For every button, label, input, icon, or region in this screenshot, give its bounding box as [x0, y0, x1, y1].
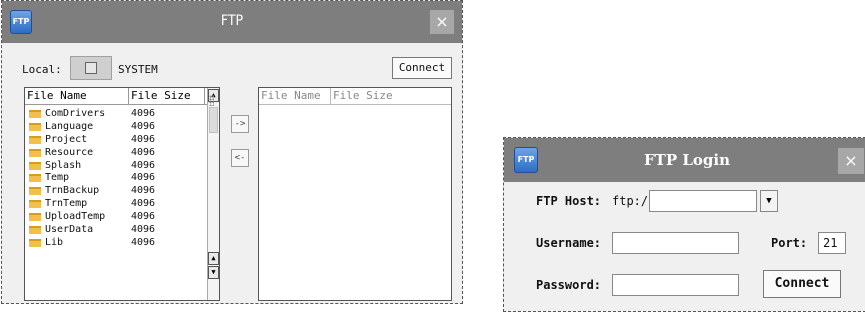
column-header-file-size[interactable]: File Size	[129, 88, 205, 104]
file-size: 4096	[131, 146, 156, 158]
folder-icon	[29, 161, 41, 170]
list-item[interactable]: Temp 4096	[25, 171, 219, 184]
page-up-button[interactable]: ▲	[208, 252, 219, 265]
file-size: 4096	[131, 159, 156, 171]
local-list-scrollbar[interactable]: ▲ ▲ ▼	[207, 88, 219, 300]
folder-icon	[29, 200, 41, 209]
file-name: UserData	[45, 224, 94, 236]
column-header-file-size[interactable]: File Size	[331, 88, 451, 104]
list-item[interactable]: ComDrivers 4096	[25, 107, 219, 120]
list-item[interactable]: Language 4096	[25, 120, 219, 133]
folder-icon	[29, 226, 41, 235]
local-list-header: File Name File Size	[25, 88, 219, 105]
file-name: Language	[45, 120, 94, 132]
username-input[interactable]	[612, 232, 739, 254]
ftp-window: FTP FTP × Local: SYSTEM Connect File Nam…	[1, 0, 463, 304]
port-label: Port:	[771, 236, 808, 250]
ftp-host-input[interactable]	[649, 190, 757, 212]
list-item[interactable]: Resource 4096	[25, 146, 219, 159]
local-path: SYSTEM	[118, 63, 158, 76]
browse-folder-button[interactable]	[70, 56, 112, 80]
file-name: Lib	[45, 236, 64, 248]
ftp-titlebar: FTP FTP ×	[2, 1, 462, 43]
password-input[interactable]	[612, 274, 739, 296]
list-item[interactable]: UploadTemp 4096	[25, 210, 219, 223]
file-size: 4096	[131, 120, 156, 132]
folder-icon	[29, 148, 41, 157]
folder-icon	[29, 110, 41, 118]
close-button[interactable]: ×	[430, 10, 454, 34]
file-size: 4096	[131, 108, 156, 119]
list-item[interactable]: Splash 4096	[25, 159, 219, 172]
local-file-list[interactable]: File Name File Size ComDrivers 4096 Langua…	[24, 87, 220, 301]
port-input[interactable]: 21	[818, 232, 846, 254]
file-size: 4096	[131, 133, 156, 145]
password-label: Password:	[536, 278, 602, 292]
local-list-rows: ComDrivers 4096 Language 4096 Project 4096 Res…	[25, 105, 219, 249]
file-name: Resource	[45, 146, 94, 158]
file-name: UploadTemp	[45, 211, 106, 223]
folder-icon	[29, 122, 41, 131]
connect-button[interactable]: Connect	[392, 57, 452, 79]
local-label: Local:	[22, 63, 62, 76]
folder-icon	[29, 135, 41, 144]
ftp-host-label: FTP Host:	[536, 194, 602, 208]
scroll-down-button[interactable]: ▼	[208, 266, 219, 279]
copy-to-local-button[interactable]: <-	[231, 149, 249, 167]
remote-list-header: File Name File Size	[259, 88, 451, 105]
folder-icon	[29, 174, 41, 183]
connect-button[interactable]: Connect	[763, 270, 841, 298]
file-size: 4096	[131, 198, 156, 210]
folder-icon	[29, 187, 41, 196]
column-header-file-name[interactable]: File Name	[25, 88, 129, 104]
file-size: 4096	[131, 236, 156, 248]
remote-file-list[interactable]: File Name File Size	[258, 87, 452, 301]
file-size: 4096	[131, 172, 156, 184]
file-name: Project	[45, 133, 88, 145]
list-item[interactable]: UserData 4096	[25, 223, 219, 236]
file-name: ComDrivers	[45, 108, 106, 119]
file-name: Temp	[45, 172, 70, 184]
file-name: Splash	[45, 159, 82, 171]
file-name: TrnTemp	[45, 198, 88, 210]
scroll-thumb[interactable]	[209, 107, 218, 133]
file-size: 4096	[131, 211, 156, 223]
copy-to-remote-button[interactable]: ->	[231, 115, 249, 133]
login-titlebar: FTP FTP Login	[504, 138, 865, 182]
chevron-down-icon[interactable]: ▼	[760, 190, 778, 212]
scroll-grip	[209, 95, 214, 106]
username-label: Username:	[536, 236, 602, 250]
folder-icon	[29, 213, 41, 222]
window-title: FTP	[220, 13, 244, 29]
ftp-host-prefix: ftp:/	[612, 194, 649, 208]
file-name: TrnBackup	[45, 185, 100, 197]
list-item[interactable]: Project 4096	[25, 133, 219, 146]
list-item[interactable]: TrnTemp 4096	[25, 197, 219, 210]
folder-icon	[29, 238, 41, 247]
close-button[interactable]: ×	[838, 148, 864, 174]
list-item[interactable]: TrnBackup 4096	[25, 184, 219, 197]
file-size: 4096	[131, 224, 156, 236]
login-title: FTP Login	[644, 151, 730, 169]
column-header-file-name[interactable]: File Name	[259, 88, 331, 104]
list-item[interactable]: Lib 4096	[25, 236, 219, 249]
file-size: 4096	[131, 185, 156, 197]
